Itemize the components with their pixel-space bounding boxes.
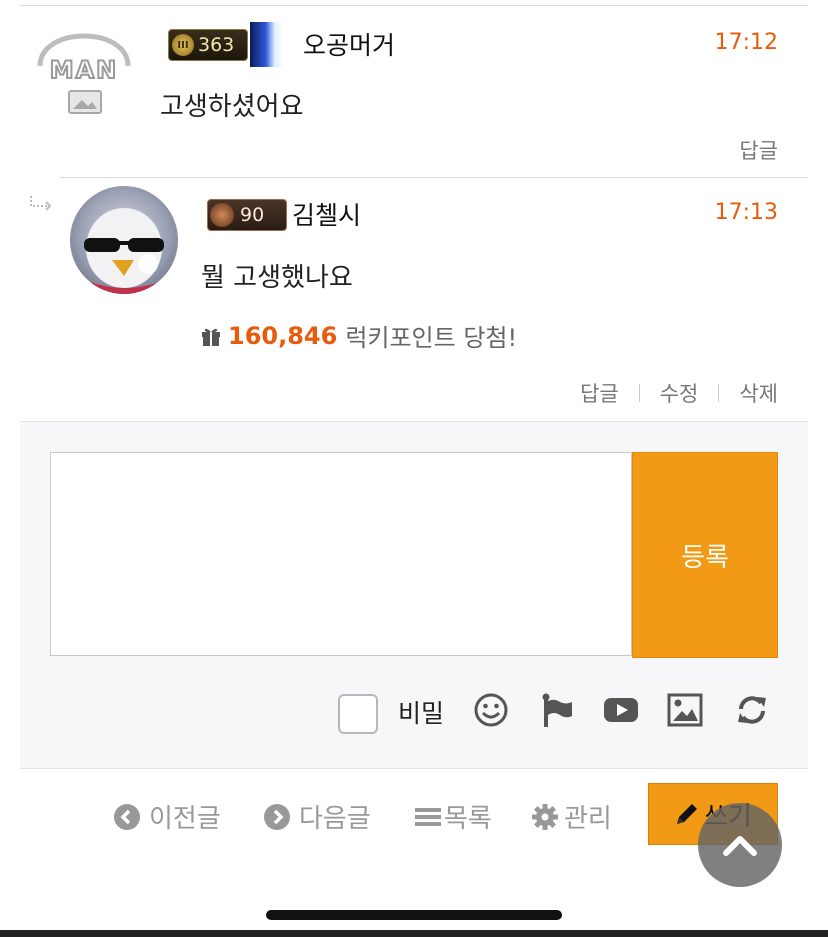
pencil-icon: [677, 804, 698, 824]
level-number: 90: [240, 204, 265, 226]
reply-arrow-icon: [30, 196, 52, 211]
comment-text: 뭘 고생했나요: [201, 263, 353, 293]
lucky-point-row: 160,846 럭키포인트 당첨!: [200, 318, 517, 353]
comment-time: 17:12: [714, 30, 778, 55]
manage-button[interactable]: 관리: [532, 798, 612, 835]
comment-actions: 답글 수정 삭제: [580, 378, 778, 408]
chevron-right-circle-icon: [264, 803, 290, 830]
gift-icon: [202, 328, 220, 346]
image-icon[interactable]: [667, 692, 703, 728]
level-emblem-icon: [210, 203, 234, 227]
list-label: 목록: [444, 804, 492, 834]
lucky-text: 럭키포인트 당첨!: [345, 324, 518, 352]
svg-text:MAN: MAN: [50, 56, 119, 84]
divider: [60, 177, 808, 178]
prev-post-label: 이전글: [149, 804, 221, 834]
level-number: 363: [198, 34, 235, 56]
home-indicator[interactable]: [266, 910, 562, 920]
flag-icon[interactable]: [540, 692, 576, 728]
manage-label: 관리: [564, 804, 612, 834]
delete-link[interactable]: 삭제: [739, 378, 778, 408]
level-emblem: III: [172, 34, 194, 56]
scroll-to-top-button[interactable]: [698, 803, 782, 887]
comment-author[interactable]: 오공머거: [303, 26, 395, 62]
level-badge: III 363: [168, 29, 248, 61]
secret-checkbox[interactable]: [338, 694, 378, 734]
reply-link[interactable]: 답글: [739, 135, 778, 165]
separator: [718, 384, 720, 402]
comment-time: 17:13: [714, 200, 778, 225]
divider: [20, 5, 808, 6]
prev-post-button[interactable]: 이전글: [113, 798, 221, 835]
reply-link[interactable]: 답글: [580, 378, 619, 408]
next-post-label: 다음글: [299, 804, 371, 834]
submit-button[interactable]: 등록: [632, 452, 778, 658]
avatar-image: [84, 208, 164, 294]
chevron-up-icon: [723, 836, 757, 856]
level-badge: 90: [207, 199, 287, 231]
gear-icon: [532, 803, 558, 830]
comment-author[interactable]: 김첼시: [292, 196, 361, 232]
avatar[interactable]: [70, 186, 178, 294]
user-icon: [250, 22, 295, 67]
comment-input[interactable]: [50, 452, 632, 656]
separator: [638, 384, 640, 402]
man-logo-avatar[interactable]: MAN: [28, 16, 140, 86]
refresh-icon[interactable]: [734, 692, 770, 728]
smile-icon[interactable]: [473, 692, 509, 728]
chevron-left-circle-icon: [114, 803, 140, 830]
list-icon: [415, 807, 441, 826]
edit-link[interactable]: 수정: [660, 378, 699, 408]
secret-label: 비밀: [398, 699, 445, 728]
list-button[interactable]: 목록: [414, 798, 492, 835]
bottom-edge: [0, 930, 828, 937]
comment-text: 고생하셨어요: [160, 92, 304, 122]
youtube-icon[interactable]: [603, 692, 639, 728]
next-post-button[interactable]: 다음글: [263, 798, 371, 835]
lucky-points: 160,846: [228, 321, 338, 350]
photo-icon: [68, 90, 102, 114]
